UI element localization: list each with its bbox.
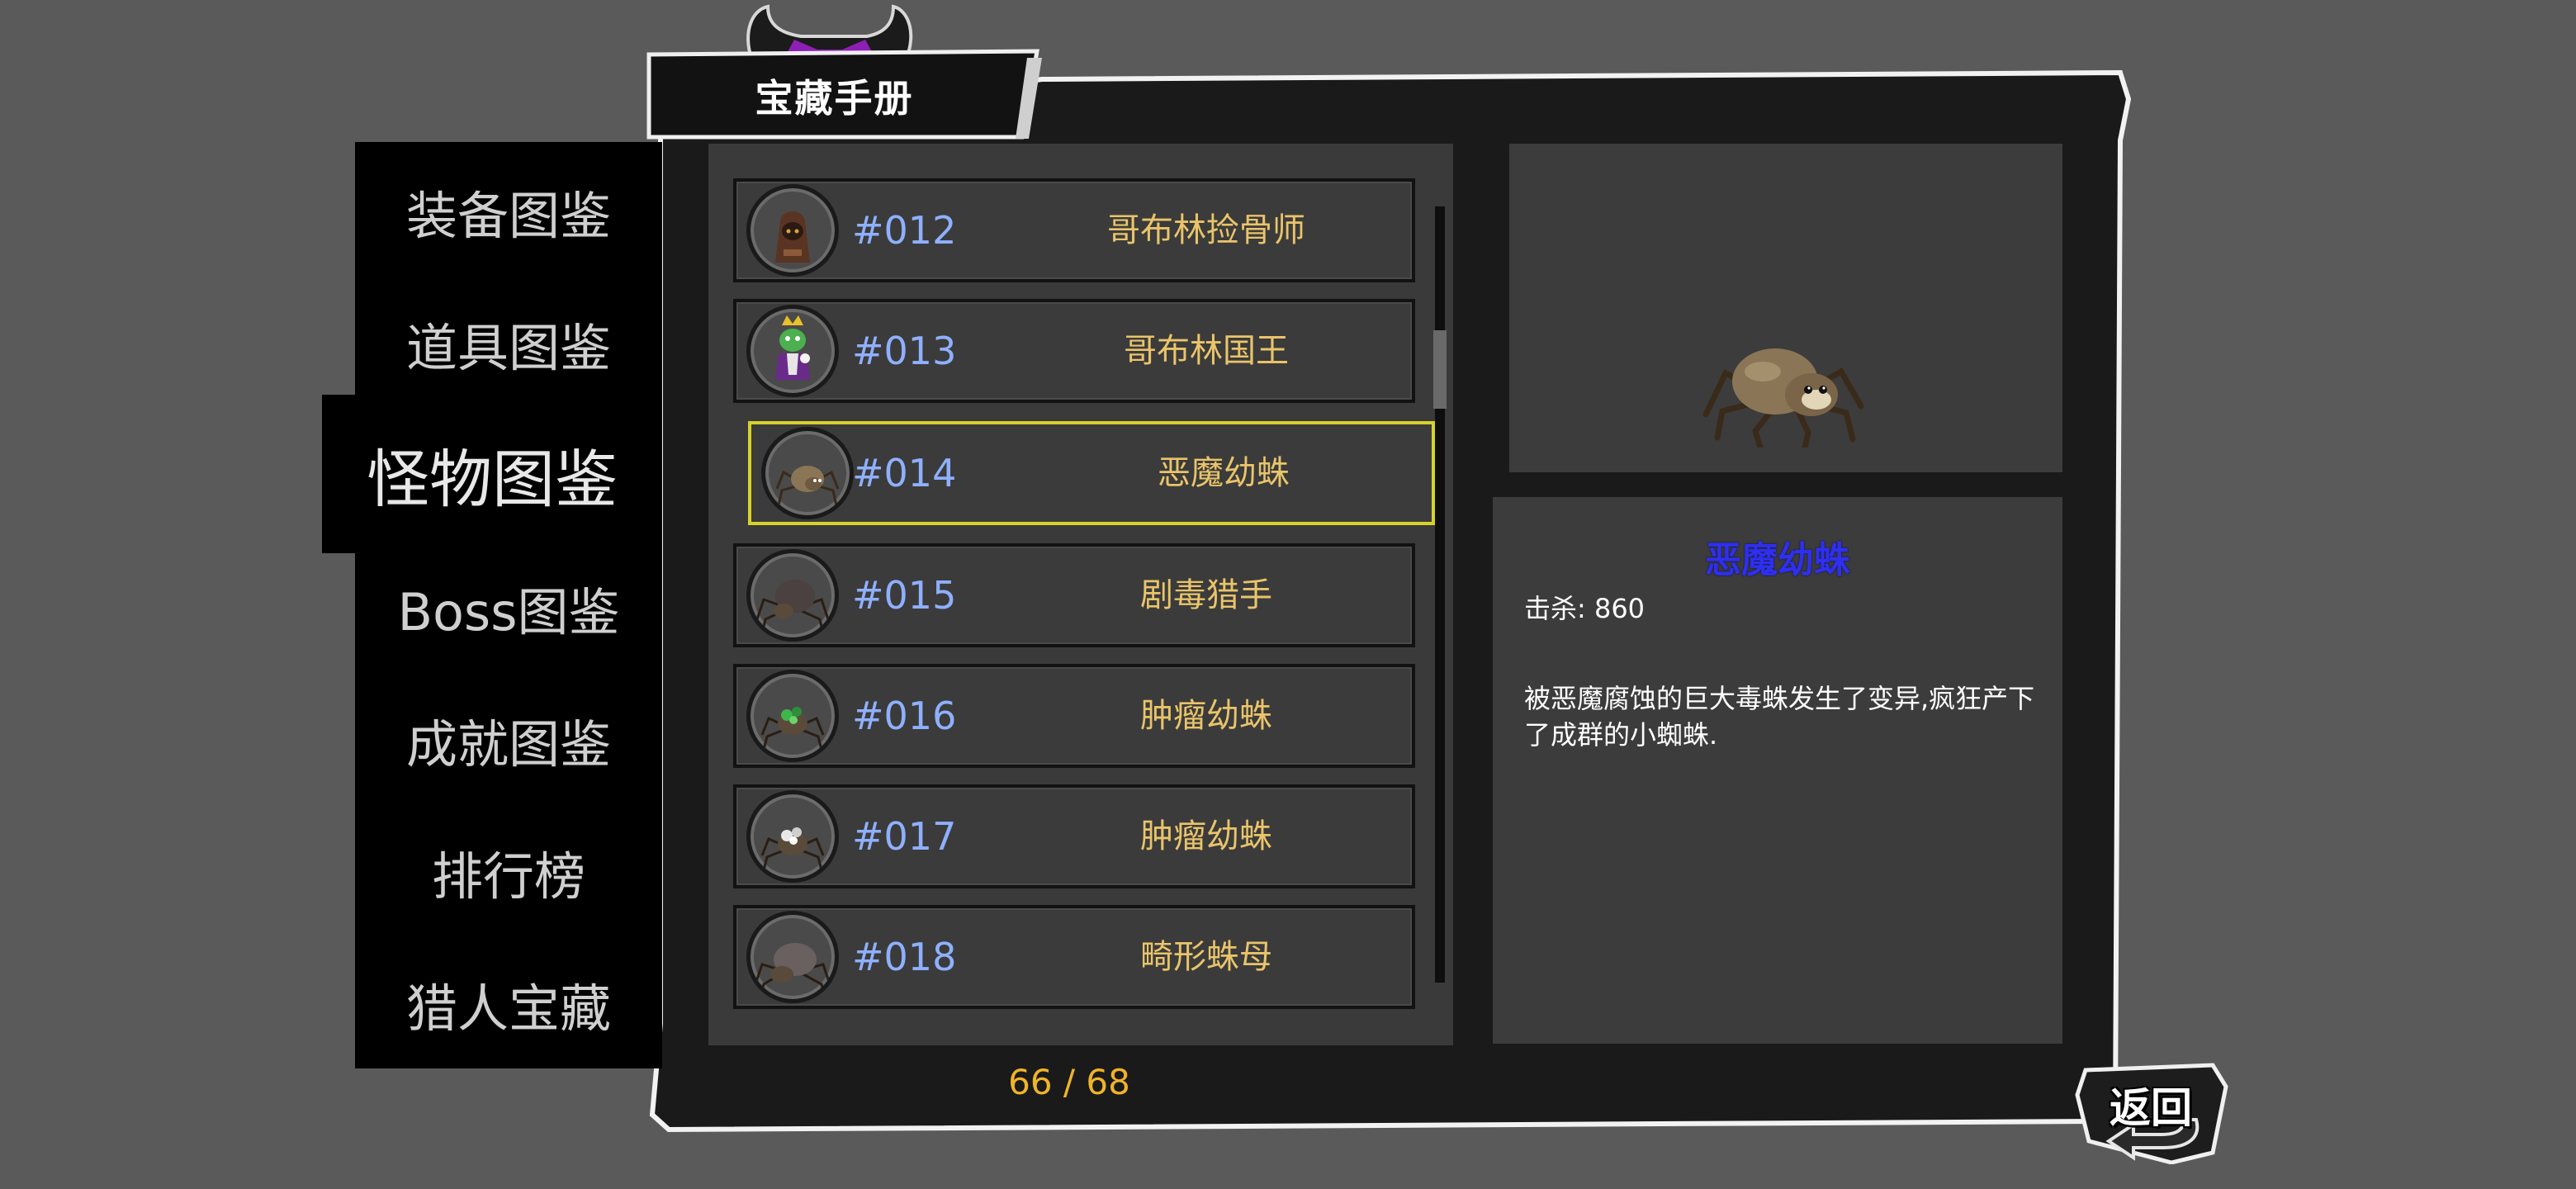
back-button[interactable]: 返回 (2072, 1062, 2229, 1164)
monster-row-017[interactable]: #017 肿瘤幼蛛 (733, 784, 1415, 888)
monster-number: #014 (852, 451, 957, 495)
monster-name: 哥布林国王 (1124, 332, 1289, 370)
demon-spiderling-icon (1702, 348, 1864, 448)
monster-number: #017 (852, 814, 957, 859)
monster-preview-panel (1509, 144, 2062, 472)
category-sidebar: 装备图鉴 道具图鉴 怪物图鉴 Boss图鉴 成就图鉴 排行榜 猎人宝藏 (322, 142, 662, 1070)
hooded-goblin-icon (746, 184, 839, 277)
back-button-label: 返回 (2110, 1084, 2192, 1132)
monster-number: #013 (852, 329, 957, 373)
deformed-spider-mother-icon (746, 911, 839, 1003)
monster-row-013[interactable]: #013 哥布林国王 (733, 299, 1415, 403)
monster-row-018[interactable]: #018 畸形蛛母 (733, 905, 1415, 1009)
monster-row-016[interactable]: #016 肿瘤幼蛛 (733, 664, 1415, 768)
monster-name: 肿瘤幼蛛 (1140, 697, 1272, 735)
monster-kill-count: 击杀: 860 (1524, 593, 1646, 624)
demon-spiderling-icon (761, 427, 854, 519)
nav-item-items[interactable]: 道具图鉴 (355, 277, 662, 410)
collection-counter: 66 / 68 (1008, 1062, 1130, 1102)
nav-item-leaderboard[interactable]: 排行榜 (355, 806, 662, 938)
monster-description: 被恶魔腐蚀的巨大毒蛛发生了变异,疯狂产下了成群的小蜘蛛. (1524, 683, 2035, 751)
monster-name: 畸形蛛母 (1140, 938, 1272, 976)
monster-number: #012 (852, 208, 957, 253)
nav-item-equipment[interactable]: 装备图鉴 (355, 145, 662, 277)
nav-item-boss[interactable]: Boss图鉴 (355, 542, 662, 674)
monster-name: 肿瘤幼蛛 (1140, 817, 1272, 855)
monster-row-015[interactable]: #015 剧毒猎手 (733, 543, 1415, 647)
monster-row-014[interactable]: #014 恶魔幼蛛 (748, 421, 1435, 525)
scrollbar-thumb[interactable] (1433, 330, 1447, 409)
nav-item-monsters[interactable]: 怪物图鉴 (322, 395, 662, 553)
tumor-spiderling-white-icon (746, 790, 839, 883)
monster-row-012[interactable]: #012 哥布林捡骨师 (733, 178, 1415, 282)
monster-number: #018 (852, 935, 957, 979)
monster-list-scrollbar[interactable] (1433, 206, 1447, 983)
monster-info-panel: 恶魔幼蛛 击杀: 860 被恶魔腐蚀的巨大毒蛛发生了变异,疯狂产下了成群的小蜘蛛… (1493, 497, 2062, 1044)
title-plate-label-box: 宝藏手册 (652, 54, 1028, 137)
venom-hunter-spider-icon (746, 549, 839, 642)
nav-item-hunter-treasure[interactable]: 猎人宝藏 (355, 938, 662, 1070)
tumor-spiderling-green-icon (746, 670, 839, 762)
monster-name: 剧毒猎手 (1140, 576, 1272, 614)
monster-number: #015 (852, 573, 957, 618)
monster-list-panel: #012 哥布林捡骨师 #013 哥布林国王 #014 恶魔幼蛛 #015 剧毒… (708, 144, 1453, 1045)
demon-horns-ornament (746, 4, 913, 59)
monster-name: 哥布林捡骨师 (1107, 211, 1305, 249)
page-title: 宝藏手册 (755, 76, 914, 121)
monster-detail-name: 恶魔幼蛛 (1705, 539, 1850, 581)
monster-number: #016 (852, 694, 957, 738)
monster-name: 恶魔幼蛛 (1158, 454, 1290, 492)
goblin-king-icon (746, 305, 839, 397)
nav-item-achievements[interactable]: 成就图鉴 (355, 674, 662, 806)
